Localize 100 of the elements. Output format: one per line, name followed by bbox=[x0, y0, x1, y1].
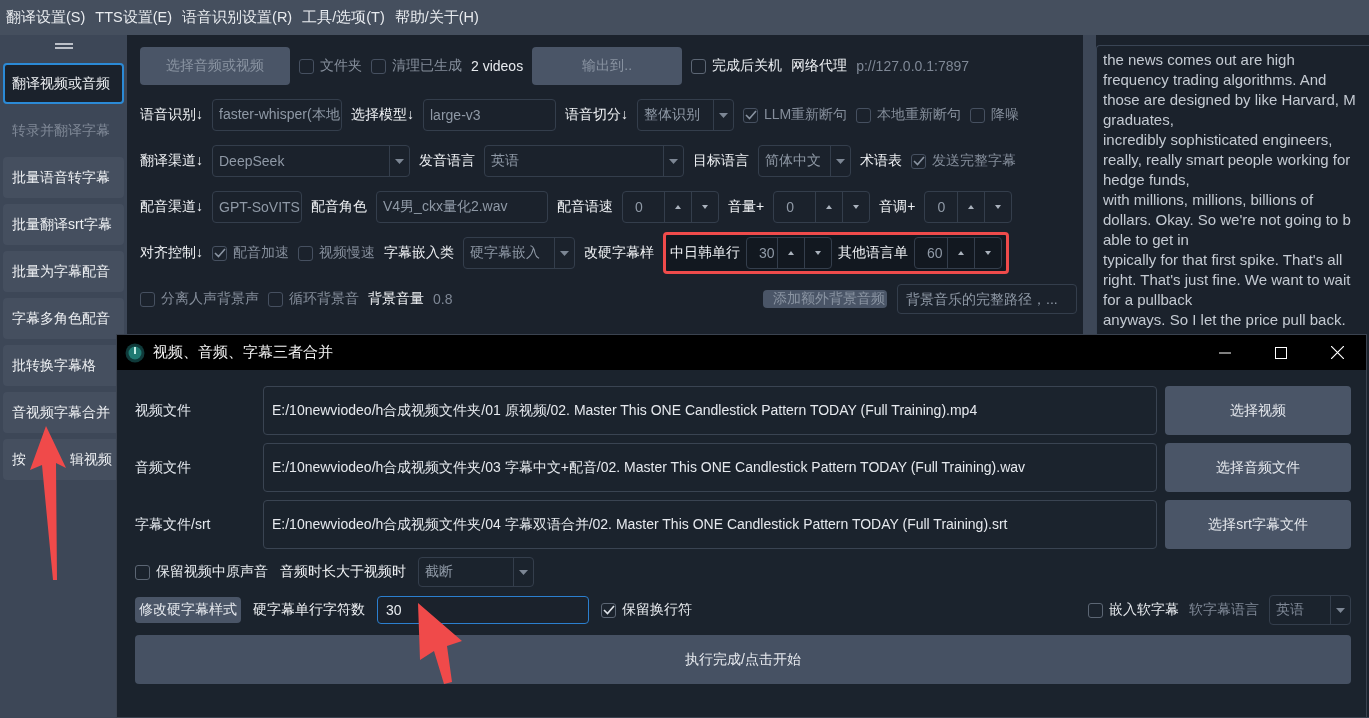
log-line: able to get in bbox=[1103, 230, 1190, 250]
menu-item[interactable]: 帮助/关于(H) bbox=[389, 8, 484, 27]
arrow-icon bbox=[418, 603, 462, 684]
caret-icon bbox=[519, 569, 528, 575]
log-line: with millions, millions, billions of bbox=[1103, 190, 1315, 210]
up-arrow-icon bbox=[958, 251, 964, 255]
file-path-field[interactable]: E:/10newviodeo/h合成视频文件夹/04 字幕双语合并/02. Master This ONE Candlestick Pattern TODAY (Full Training).srt bbox=[263, 500, 1157, 549]
field-label: 软字幕语言 bbox=[1189, 601, 1259, 619]
close-icon[interactable] bbox=[1331, 346, 1344, 359]
value-text: 2 videos bbox=[471, 58, 524, 74]
maximize-icon[interactable] bbox=[1275, 346, 1287, 359]
log-line: hedge funds, bbox=[1103, 170, 1191, 190]
up-arrow-icon bbox=[968, 205, 975, 209]
log-line: frequency trading algorithms. And bbox=[1103, 70, 1328, 90]
log-line: the news comes out are high bbox=[1103, 50, 1296, 70]
number-field[interactable]: 30 bbox=[746, 237, 832, 269]
checkbox[interactable]: 嵌入软字幕 bbox=[1088, 601, 1179, 619]
check-icon bbox=[213, 248, 226, 258]
log-line: really, really smart people working for bbox=[1103, 150, 1352, 170]
dropdown[interactable]: 整体识别 bbox=[637, 99, 734, 131]
value-text: p://127.0.0.1:7897 bbox=[856, 58, 970, 74]
dropdown[interactable]: DeepSeek bbox=[212, 145, 410, 177]
caret-icon bbox=[1336, 607, 1345, 613]
number-field[interactable]: 60 bbox=[914, 237, 1002, 269]
field-label: 发音语言 bbox=[419, 152, 475, 170]
dropdown[interactable]: 截断 bbox=[418, 557, 534, 587]
menu-item[interactable]: TTS设置(E) bbox=[90, 8, 178, 27]
field-label: 改硬字幕样 bbox=[584, 244, 654, 262]
field-label: 选择模型↓ bbox=[351, 106, 414, 124]
down-arrow-icon bbox=[702, 205, 708, 209]
field-label: 网络代理 bbox=[791, 57, 848, 75]
input-field[interactable]: faster-whisper(本地 bbox=[212, 99, 342, 131]
menu-item[interactable]: 工具/选项(T) bbox=[297, 8, 390, 27]
down-arrow-icon bbox=[853, 205, 860, 209]
caret-icon bbox=[836, 158, 845, 164]
minimize-icon[interactable] bbox=[1219, 351, 1231, 354]
log-line: anyways. So I let the price pull back. bbox=[1103, 310, 1347, 330]
field-label: 翻译渠道↓ bbox=[140, 152, 203, 170]
start-button[interactable]: 执行完成/点击开始 bbox=[135, 635, 1351, 684]
menu-item[interactable]: 语音识别设置(R) bbox=[177, 8, 298, 27]
field-label: 字幕文件/srt bbox=[135, 515, 212, 534]
field-label: 音频文件 bbox=[135, 458, 192, 477]
browse-button[interactable]: 选择音频文件 bbox=[1165, 443, 1351, 492]
number-field[interactable]: 0 bbox=[924, 191, 1013, 223]
sidebar-item[interactable]: 批量为字幕配音 bbox=[3, 251, 124, 292]
field-label: 配音渠道↓ bbox=[140, 198, 203, 216]
field-label: 音频时长大于视频时 bbox=[280, 563, 406, 581]
arrow-icon bbox=[30, 426, 66, 580]
sidebar-item[interactable]: 字幕多角色配音 bbox=[3, 298, 124, 339]
check-icon bbox=[744, 110, 757, 120]
file-path-field[interactable]: E:/10newviodeo/h合成视频文件夹/01 原视频/02. Master This ONE Candlestick Pattern TODAY (Full Training).mp4 bbox=[263, 386, 1157, 435]
checkbox[interactable]: 保留换行符 bbox=[601, 601, 692, 619]
dropdown[interactable]: 英语 bbox=[484, 145, 684, 177]
log-line: for a pullback bbox=[1103, 290, 1194, 310]
input-field[interactable]: V4男_ckx量化2.wav bbox=[376, 191, 548, 223]
handle-icon[interactable] bbox=[54, 43, 73, 49]
log-line: dollars. Okay. So we're not going to b bbox=[1103, 210, 1352, 230]
input-field[interactable]: 背景音乐的完整路径，... bbox=[897, 284, 1077, 314]
sidebar-item[interactable]: 翻译视频或音频 bbox=[3, 63, 124, 104]
field-label: 配音语速 bbox=[557, 198, 613, 216]
field-label: 语音切分↓ bbox=[565, 106, 628, 124]
caret-icon bbox=[395, 158, 404, 164]
sidebar-item[interactable]: 批量语音转字幕 bbox=[3, 157, 124, 198]
field-label: 对齐控制↓ bbox=[140, 244, 203, 262]
value-text: 0.8 bbox=[433, 291, 453, 307]
field-label: 中日韩单行 bbox=[670, 244, 740, 262]
down-arrow-icon bbox=[815, 251, 821, 255]
field-label: 音量+ bbox=[728, 198, 765, 216]
checkbox[interactable]: 保留视频中原声音 bbox=[135, 563, 268, 581]
caret-icon bbox=[560, 250, 569, 256]
check-icon bbox=[602, 605, 615, 615]
input-field[interactable]: GPT-SoVITS bbox=[212, 191, 302, 223]
down-arrow-icon bbox=[995, 205, 1002, 209]
number-field[interactable]: 0 bbox=[773, 191, 871, 223]
field-label: 术语表 bbox=[860, 152, 902, 170]
sidebar-item[interactable]: 批量翻译srt字幕 bbox=[3, 204, 124, 245]
down-arrow-icon bbox=[985, 251, 991, 255]
file-path-field[interactable]: E:/10newviodeo/h合成视频文件夹/03 字幕中文+配音/02. Master This ONE Candlestick Pattern TODAY (Full Training).wav bbox=[263, 443, 1157, 492]
number-field[interactable]: 0 bbox=[622, 191, 719, 223]
field-label: 硬字幕单行字符数 bbox=[253, 601, 365, 619]
field-label: 其他语言单 bbox=[838, 244, 908, 262]
field-label: 字幕嵌入类 bbox=[384, 244, 454, 262]
dropdown[interactable]: 硬字幕嵌入 bbox=[463, 237, 575, 269]
input-field[interactable]: large-v3 bbox=[423, 99, 556, 131]
up-arrow-icon bbox=[788, 251, 794, 255]
menu-item[interactable]: 翻译设置(S) bbox=[1, 8, 91, 27]
dropdown[interactable]: 简体中文 bbox=[758, 145, 851, 177]
browse-button[interactable]: 选择srt字幕文件 bbox=[1165, 500, 1351, 549]
field-label: 语音识别↓ bbox=[140, 106, 203, 124]
input-field[interactable]: 30 bbox=[377, 596, 589, 624]
up-arrow-icon bbox=[826, 205, 833, 209]
action-button[interactable]: 修改硬字幕样式 bbox=[135, 597, 241, 623]
up-arrow-icon bbox=[675, 205, 681, 209]
log-line: incredibly sophisticated engineers, bbox=[1103, 130, 1334, 150]
log-line: graduates, bbox=[1103, 110, 1175, 130]
browse-button[interactable]: 选择视频 bbox=[1165, 386, 1351, 435]
field-label: 配音角色 bbox=[311, 198, 367, 216]
log-line: right. That's just fine. We want to wait bbox=[1103, 270, 1352, 290]
checkbox[interactable]: 完成后关机 bbox=[691, 57, 783, 75]
caret-icon bbox=[719, 112, 728, 118]
